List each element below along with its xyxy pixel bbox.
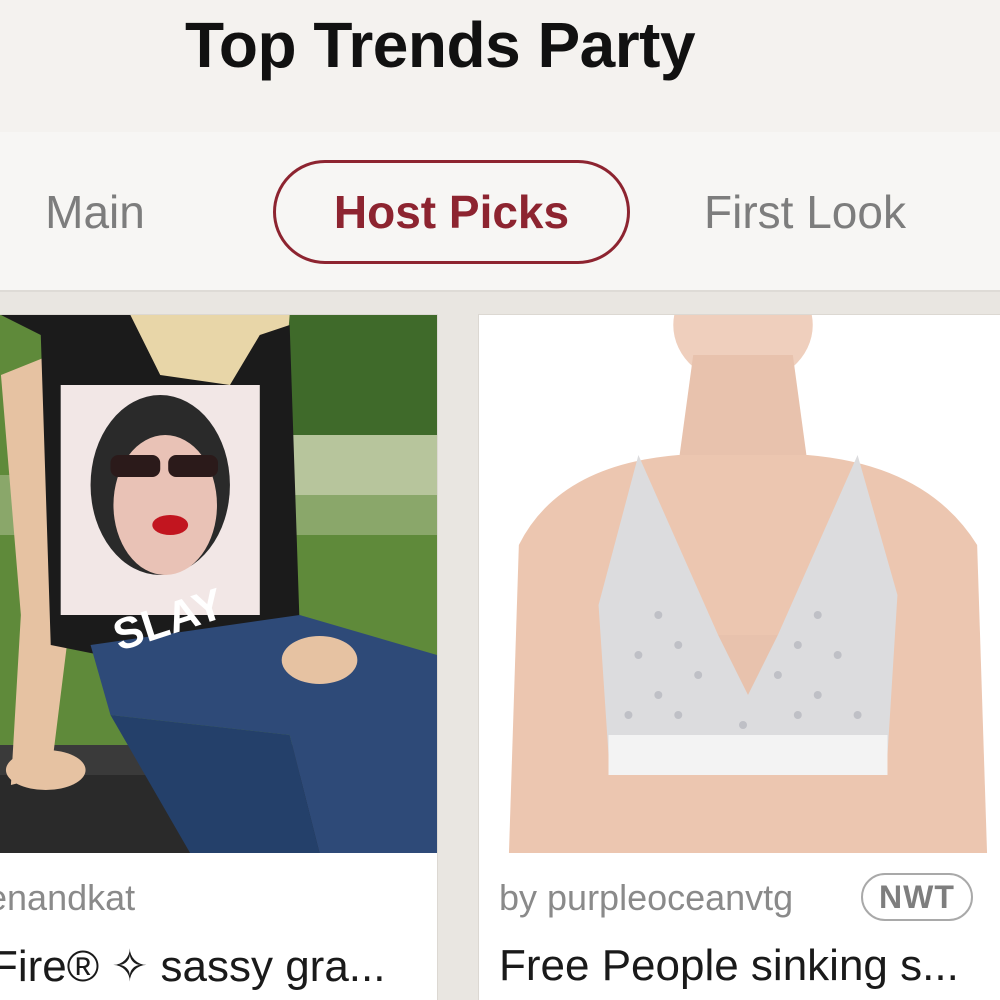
tab-first-look[interactable]: First Look [680, 160, 930, 264]
nwt-badge: NWT [861, 873, 973, 921]
listing-title[interactable]: Fire® ✧ sassy gra... [0, 941, 385, 992]
seller-name[interactable]: by purpleoceanvtg [499, 877, 793, 919]
seller-name[interactable]: enandkat [0, 877, 135, 919]
listing-card[interactable]: by purpleoceanvtg NWT Free People sinkin… [478, 314, 1000, 1000]
page-title: Top Trends Party [185, 9, 696, 81]
listing-grid: SLAY enandkat Fire® ✧ sassy gra... by pu… [0, 292, 1000, 1000]
tab-host-picks[interactable]: Host Picks [273, 160, 630, 264]
listing-title[interactable]: Free People sinking s... [499, 941, 959, 991]
listing-photo[interactable] [479, 315, 1000, 853]
listing-photo[interactable]: SLAY [0, 315, 437, 853]
header: Top Trends Party [0, 0, 1000, 132]
tab-main[interactable]: Main [20, 160, 170, 264]
listing-card[interactable]: SLAY enandkat Fire® ✧ sassy gra... [0, 314, 438, 1000]
tab-bar: Main Host Picks First Look [0, 132, 1000, 292]
